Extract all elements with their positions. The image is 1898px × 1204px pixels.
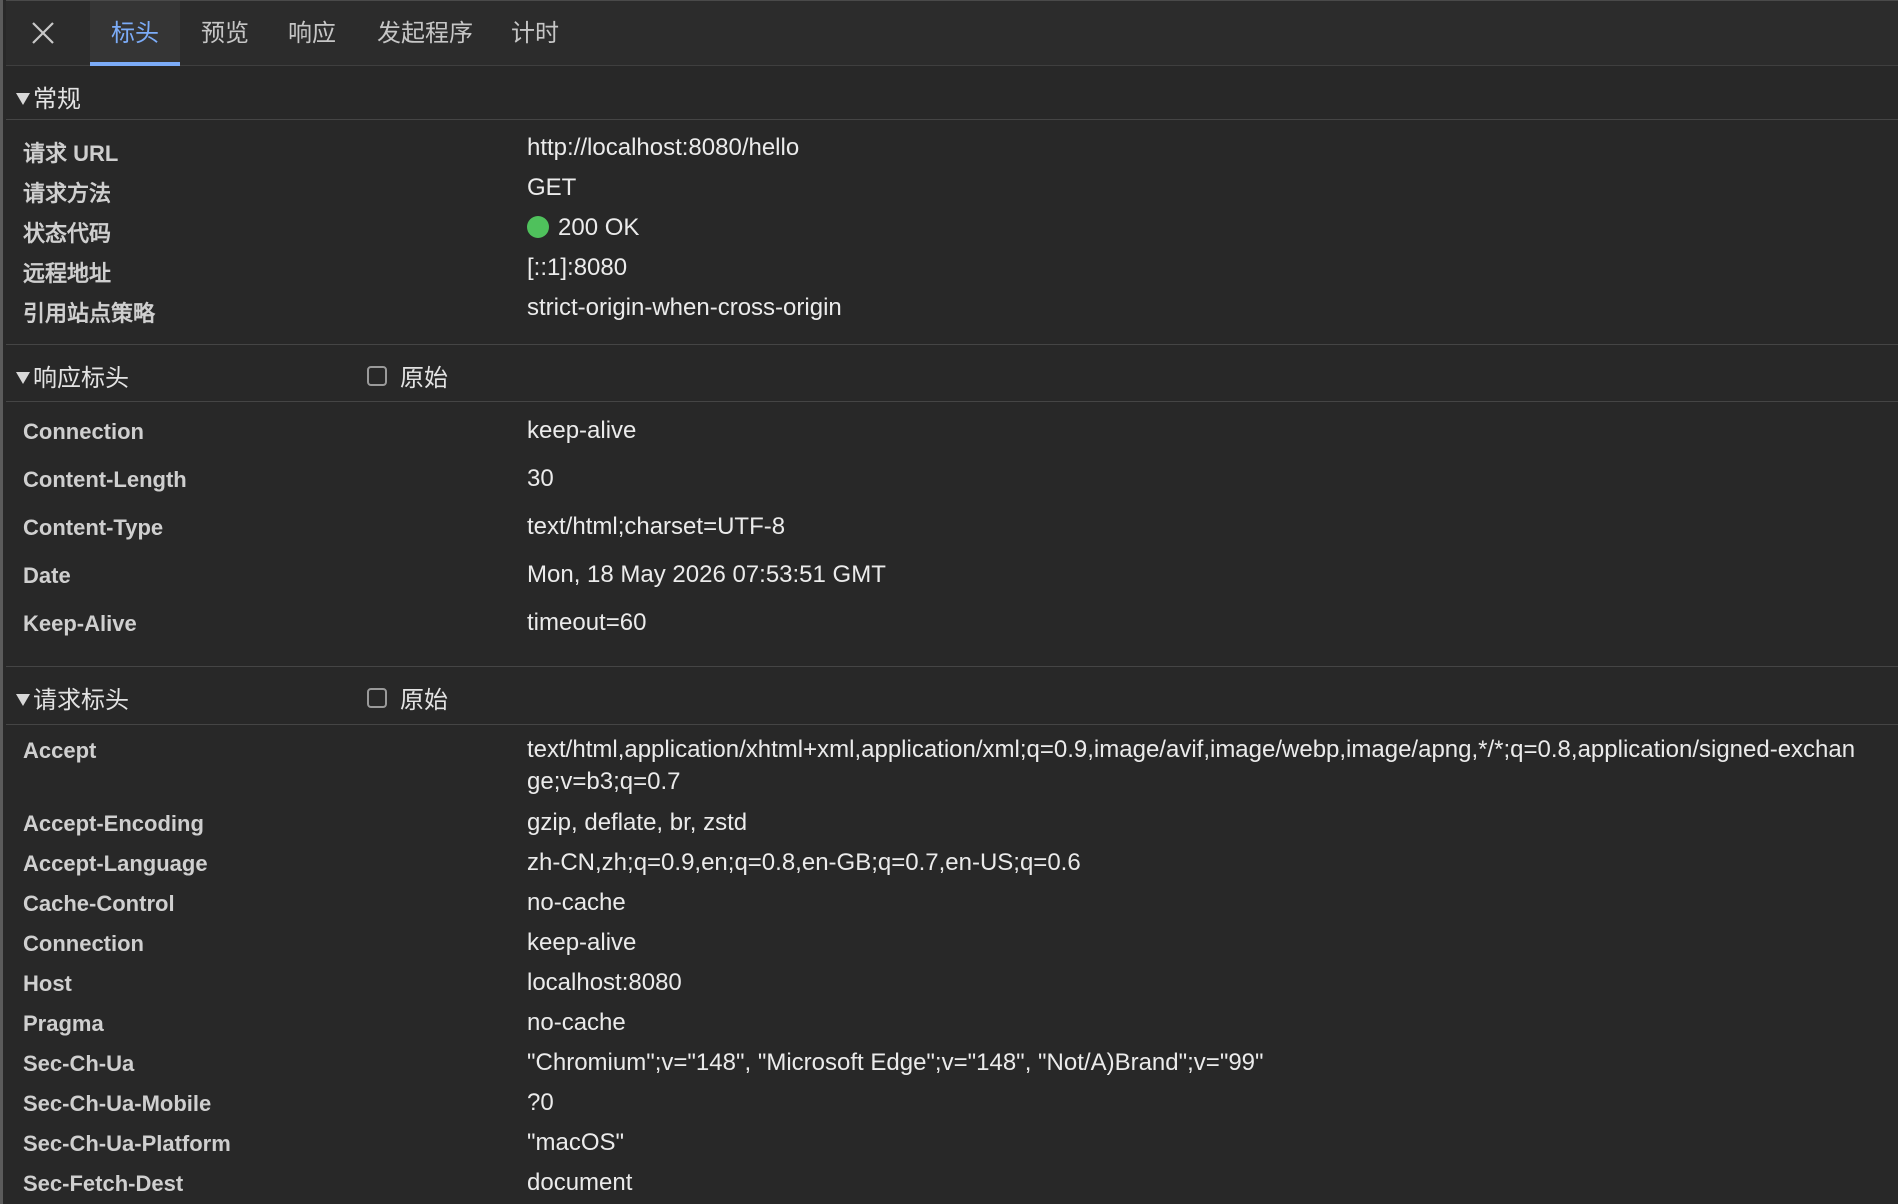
request-header-value: no-cache	[527, 889, 626, 916]
request-headers-toggle[interactable]: 请求标头	[16, 680, 129, 715]
raw-checkbox[interactable]	[367, 687, 387, 708]
close-icon[interactable]	[26, 16, 60, 50]
request-header-key: Sec-Ch-Ua-Platform	[23, 1131, 231, 1156]
request-raw-toggle[interactable]: 原始	[367, 680, 448, 715]
tab-preview[interactable]: 预览	[190, 1, 260, 66]
response-header-value: text/html;charset=UTF-8	[527, 513, 786, 540]
headers-content: 常规 请求 URL http://localhost:8080/hello 请求…	[6, 66, 1898, 1204]
response-header-key: Content-Length	[23, 467, 187, 492]
tab-bar: 标头 预览 响应 发起程序 计时	[6, 0, 1898, 66]
request-header-key: Pragma	[23, 1011, 104, 1036]
tab-timing[interactable]: 计时	[502, 1, 568, 66]
tab-response[interactable]: 响应	[277, 1, 347, 66]
raw-label: 原始	[400, 687, 448, 714]
status-text: 200 OK	[558, 214, 640, 241]
request-header-key: Sec-Ch-Ua	[23, 1051, 135, 1076]
request-header-value: zh-CN,zh;q=0.9,en;q=0.8,en-GB;q=0.7,en-U…	[527, 849, 1081, 876]
request-headers-title: 请求标头	[33, 687, 129, 714]
response-header-key: Keep-Alive	[23, 611, 137, 636]
tab-initiator[interactable]: 发起程序	[365, 1, 485, 66]
response-header-key: Content-Type	[23, 515, 164, 540]
general-key: 引用站点策略	[23, 301, 156, 326]
general-section-toggle[interactable]: 常规	[16, 79, 81, 114]
general-value: [::1]:8080	[527, 254, 628, 281]
request-header-value: document	[527, 1169, 633, 1196]
request-header-key: Accept-Encoding	[23, 811, 204, 836]
response-headers-section-header: 响应标头 原始	[6, 344, 1898, 402]
status-code-value: 200 OK	[527, 212, 1868, 244]
general-key: 远程地址	[23, 261, 112, 286]
request-header-key: Host	[23, 971, 72, 996]
raw-checkbox[interactable]	[367, 365, 387, 386]
response-header-key: Date	[23, 563, 71, 588]
response-headers-title: 响应标头	[33, 365, 129, 392]
request-header-value: localhost:8080	[527, 969, 682, 996]
response-raw-toggle[interactable]: 原始	[367, 358, 448, 393]
request-header-key: Sec-Ch-Ua-Mobile	[23, 1091, 212, 1116]
general-section-title: 常规	[33, 86, 81, 113]
response-header-value: keep-alive	[527, 417, 637, 444]
response-header-value: timeout=60	[527, 609, 647, 636]
general-key: 状态代码	[23, 221, 112, 246]
request-header-value: keep-alive	[527, 929, 637, 956]
general-key: 请求 URL	[23, 141, 119, 166]
collapse-triangle-icon	[16, 92, 30, 105]
request-headers-section-header: 请求标头 原始	[6, 666, 1898, 725]
request-header-key: Accept	[23, 738, 97, 763]
response-header-key: Connection	[23, 419, 144, 444]
status-ok-icon	[527, 215, 549, 238]
request-header-key: Accept-Language	[23, 851, 208, 876]
general-value: GET	[527, 174, 577, 201]
request-header-value: ?0	[527, 1089, 554, 1116]
general-value: http://localhost:8080/hello	[527, 134, 800, 161]
response-headers-toggle[interactable]: 响应标头	[16, 358, 129, 393]
request-header-key: Connection	[23, 931, 144, 956]
general-key: 请求方法	[23, 181, 112, 206]
request-header-value: "Chromium";v="148", "Microsoft Edge";v="…	[527, 1049, 1264, 1076]
tab-headers[interactable]: 标头	[90, 1, 180, 66]
response-header-value: Mon, 18 May 2026 07:53:51 GMT	[527, 561, 886, 588]
raw-label: 原始	[400, 365, 448, 392]
request-header-key: Sec-Fetch-Dest	[23, 1171, 184, 1196]
general-value: strict-origin-when-cross-origin	[527, 294, 842, 321]
response-header-value: 30	[527, 465, 554, 492]
request-header-key: Cache-Control	[23, 891, 175, 916]
request-header-value: "macOS"	[527, 1129, 625, 1156]
request-header-value: text/html,application/xhtml+xml,applicat…	[527, 736, 1856, 795]
collapse-triangle-icon	[16, 693, 30, 706]
collapse-triangle-icon	[16, 371, 30, 384]
devtools-panel: 标头 预览 响应 发起程序 计时 常规 请求 URL http://localh…	[0, 0, 1898, 1204]
general-section-header: 常规	[6, 66, 1898, 120]
request-header-value: gzip, deflate, br, zstd	[527, 809, 748, 836]
request-header-value: no-cache	[527, 1009, 626, 1036]
